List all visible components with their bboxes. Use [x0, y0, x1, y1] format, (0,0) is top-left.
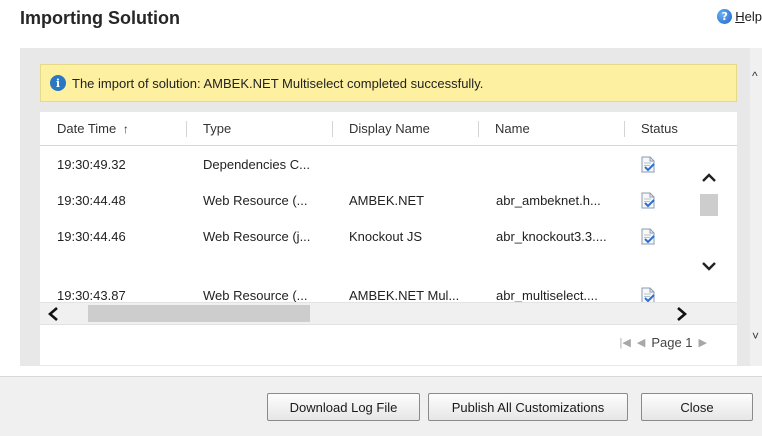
import-log-grid: Date Time ↑ Type Display Name Name Statu… — [40, 112, 737, 365]
table-row[interactable]: 19:30:44.48 Web Resource (... AMBEK.NET … — [40, 183, 696, 219]
table-row[interactable]: 19:30:43.87 Web Resource (... AMBEK.NET … — [40, 278, 696, 302]
download-log-button[interactable]: Download Log File — [267, 393, 420, 421]
first-page-icon[interactable]: |◀ — [620, 336, 631, 349]
scrollbar-thumb[interactable] — [700, 194, 718, 216]
chevron-down-icon[interactable]: ˅ — [752, 330, 759, 342]
chevron-down-icon[interactable] — [700, 259, 718, 273]
document-check-icon[interactable] — [640, 156, 656, 173]
column-header-status[interactable]: Status — [624, 112, 696, 146]
help-icon: ? — [717, 9, 733, 24]
cell-time: 19:30:44.48 — [57, 193, 126, 208]
cell-display-name: AMBEK.NET — [349, 193, 425, 208]
document-check-icon[interactable] — [640, 192, 656, 209]
column-header-name[interactable]: Name — [478, 112, 624, 146]
grid-footer: |◀ ◀ Page 1 ▶ — [40, 324, 737, 365]
cell-type: Web Resource (... — [203, 288, 308, 302]
grid-header: Date Time ↑ Type Display Name Name Statu… — [40, 112, 737, 146]
next-page-icon[interactable]: ▶ — [699, 336, 707, 349]
previous-page-icon[interactable]: ◀ — [637, 336, 645, 349]
cell-name: abr_multiselect.... — [496, 288, 598, 302]
cell-time: 19:30:43.87 — [57, 288, 126, 302]
vertical-scrollbar[interactable] — [696, 147, 723, 302]
download-log-label: Download Log File — [289, 399, 398, 415]
dialog-title: Importing Solution — [20, 8, 180, 28]
table-row[interactable]: 19:30:49.32 Dependencies C... — [40, 147, 696, 183]
banner-message: The import of solution: AMBEK.NET Multis… — [72, 75, 484, 91]
pager: |◀ ◀ Page 1 ▶ — [620, 335, 707, 350]
chevron-left-icon[interactable] — [45, 306, 63, 322]
scrollbar-thumb[interactable] — [88, 305, 310, 322]
column-label: Date Time — [57, 121, 117, 136]
help-label: Help — [735, 9, 762, 24]
cell-type: Dependencies C... — [203, 157, 310, 172]
dialog-footer: Download Log File Publish All Customizat… — [0, 376, 762, 436]
chevron-right-icon[interactable] — [672, 306, 690, 322]
cell-name: abr_ambeknet.h... — [496, 193, 601, 208]
cell-display-name: Knockout JS — [349, 229, 422, 244]
cell-display-name: AMBEK.NET Mul... — [349, 288, 460, 302]
cell-name — [496, 147, 621, 183]
help-link[interactable]: ? Help — [717, 9, 762, 24]
column-header-display-name[interactable]: Display Name — [332, 112, 478, 146]
sort-ascending-icon: ↑ — [122, 122, 129, 136]
horizontal-scrollbar[interactable] — [40, 302, 737, 324]
cell-time: 19:30:44.46 — [57, 229, 126, 244]
cell-name: abr_knockout3.3.... — [496, 229, 607, 244]
publish-all-label: Publish All Customizations — [451, 399, 605, 415]
close-button[interactable]: Close — [641, 393, 753, 421]
cell-type: Web Resource (... — [203, 193, 308, 208]
close-label: Close — [680, 399, 714, 415]
cell-type: Web Resource (j... — [203, 229, 311, 244]
chevron-up-icon[interactable] — [700, 171, 718, 185]
document-check-icon[interactable] — [640, 228, 656, 245]
document-check-icon[interactable] — [640, 287, 656, 302]
publish-all-button[interactable]: Publish All Customizations — [428, 393, 628, 421]
cell-time: 19:30:49.32 — [57, 157, 126, 172]
outer-scrollbar[interactable]: ^ ˅ — [750, 48, 762, 366]
cell-display-name — [349, 147, 474, 183]
grid-body: 19:30:49.32 Dependencies C... 19:30:44.4… — [40, 147, 737, 302]
chevron-up-icon[interactable]: ^ — [752, 70, 758, 82]
column-header-type[interactable]: Type — [186, 112, 332, 146]
info-icon: i — [50, 75, 66, 91]
page-label: Page 1 — [651, 335, 693, 350]
success-banner: i The import of solution: AMBEK.NET Mult… — [40, 64, 737, 102]
table-row[interactable]: 19:30:44.46 Web Resource (j... Knockout … — [40, 219, 696, 255]
column-header-date-time[interactable]: Date Time ↑ — [40, 112, 186, 146]
